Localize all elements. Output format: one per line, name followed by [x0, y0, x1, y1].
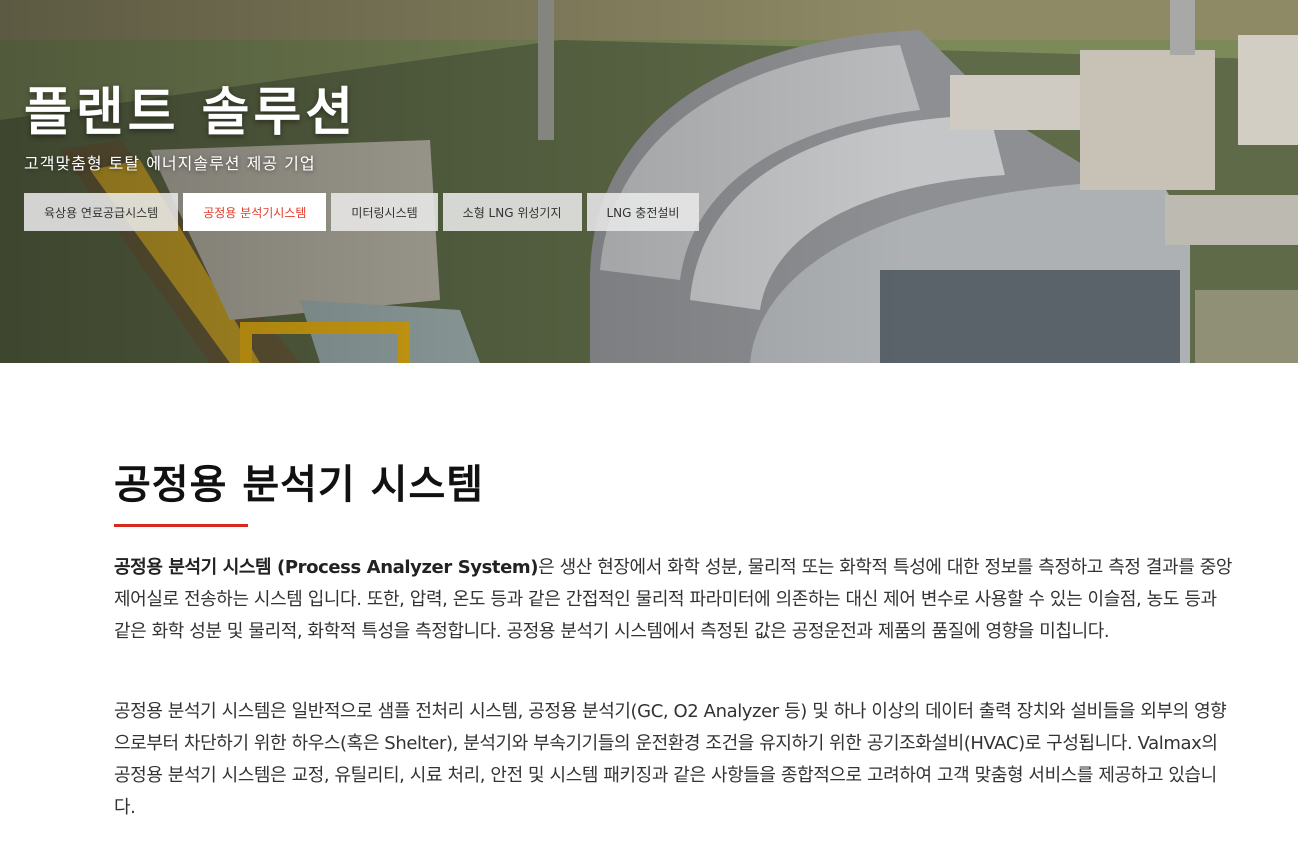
- intro-paragraph-bold: 공정용 분석기 시스템 (Process Analyzer System): [114, 557, 539, 578]
- hero-banner: 플랜트 솔루션 고객맞춤형 토탈 에너지솔루션 제공 기업 육상용 연료공급시스…: [0, 0, 1298, 363]
- intro-paragraph: 공정용 분석기 시스템 (Process Analyzer System)은 생…: [114, 552, 1234, 648]
- tab-metering[interactable]: 미터링시스템: [331, 193, 438, 231]
- solution-tabs: 육상용 연료공급시스템 공정용 분석기시스템 미터링시스템 소형 LNG 위성기…: [24, 193, 700, 231]
- composition-paragraph: 공정용 분석기 시스템은 일반적으로 샘플 전처리 시스템, 공정용 분석기(G…: [114, 701, 1227, 818]
- hero-subtitle: 고객맞춤형 토탈 에너지솔루션 제공 기업: [24, 154, 316, 173]
- title-underline: [114, 524, 248, 527]
- tab-onshore-fuel-supply[interactable]: 육상용 연료공급시스템: [24, 193, 179, 231]
- hero-title: 플랜트 솔루션: [24, 83, 358, 143]
- tab-small-lng-satellite[interactable]: 소형 LNG 위성기지: [442, 193, 582, 231]
- hero-overlay: [0, 0, 1298, 363]
- tab-process-analyzer[interactable]: 공정용 분석기시스템: [183, 193, 327, 231]
- section-title: 공정용 분석기 시스템: [114, 462, 485, 508]
- tab-lng-fueling[interactable]: LNG 충전설비: [586, 193, 700, 231]
